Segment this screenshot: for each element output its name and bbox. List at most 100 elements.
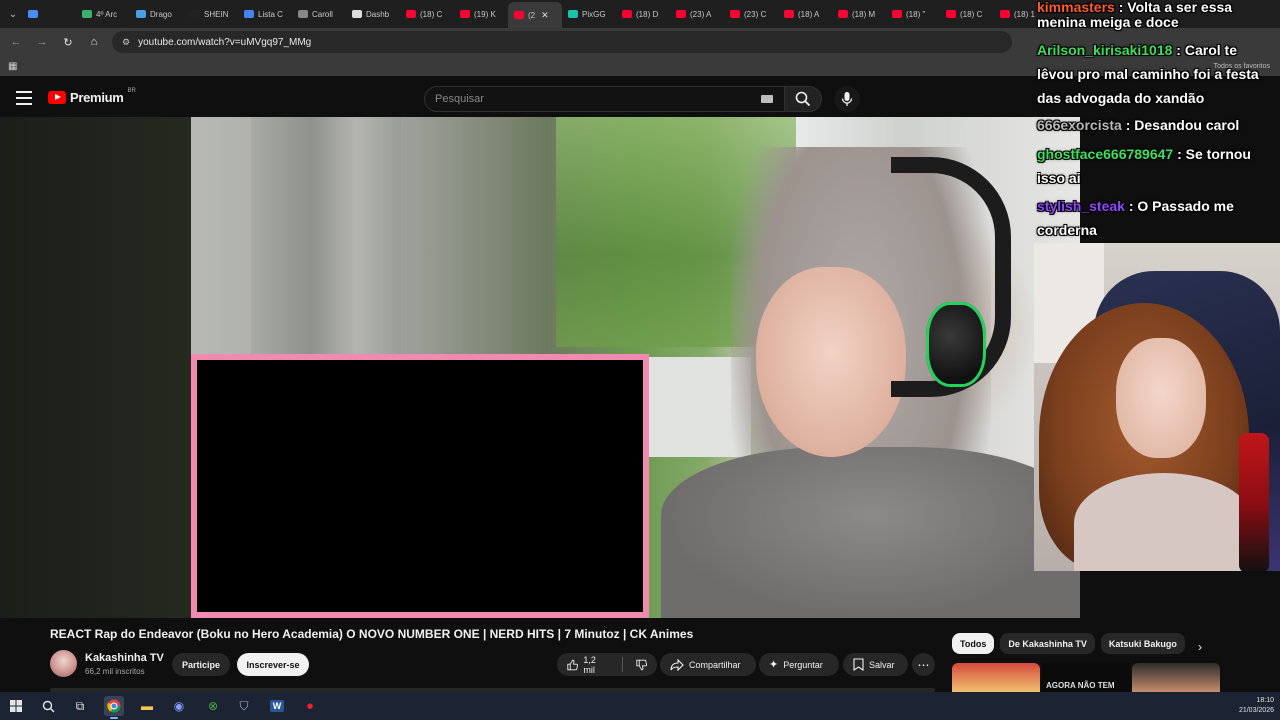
- browser-tab[interactable]: Caroll: [292, 3, 346, 25]
- task-view-icon[interactable]: ⧉: [70, 696, 90, 716]
- windows-taskbar: ⧉ ▬ ◉ ⊗ ⛉ W ⏺ 18:10 21/03/2026: [0, 692, 1280, 720]
- tab-label: (18) ": [906, 9, 926, 19]
- save-button[interactable]: Salvar: [843, 653, 908, 676]
- tab-favicon-icon: [460, 10, 470, 18]
- home-icon[interactable]: ⌂: [86, 36, 102, 48]
- tab-label: 4º Arc: [96, 9, 118, 19]
- thumbs-down-icon[interactable]: [636, 658, 647, 672]
- browser-tab[interactable]: (18) ": [886, 3, 940, 25]
- tab-favicon-icon: [838, 10, 848, 18]
- tab-search-chevron-icon[interactable]: ⌄: [4, 9, 22, 20]
- browser-tab[interactable]: (23) C: [724, 3, 778, 25]
- menu-icon[interactable]: [16, 91, 32, 105]
- browser-tab[interactable]: (18) C: [400, 3, 454, 25]
- filter-chip[interactable]: Katsuki Bakugo: [1100, 633, 1185, 654]
- chevron-right-icon[interactable]: ›: [1198, 640, 1202, 654]
- site-info-icon[interactable]: ⚙: [122, 37, 130, 48]
- windows-logo-icon: [10, 700, 22, 712]
- tab-label: Caroll: [312, 9, 333, 19]
- browser-tab[interactable]: Dashb: [346, 3, 400, 25]
- video-person-face: [756, 267, 906, 457]
- related-thumbnail[interactable]: [1132, 663, 1220, 692]
- discord-icon[interactable]: ◉: [169, 696, 189, 716]
- thumbnail-text: AGORA NÃO TEM: [1046, 681, 1115, 690]
- channel-avatar[interactable]: [50, 650, 77, 677]
- tab-label: (18) A: [798, 9, 820, 19]
- chrome-taskbar-icon[interactable]: [104, 696, 124, 719]
- tab-favicon-icon: [406, 10, 416, 18]
- chat-text: isso ai: [1037, 170, 1081, 186]
- like-divider: [621, 657, 623, 672]
- browser-tab[interactable]: [22, 3, 76, 25]
- browser-tab[interactable]: (2 ✕: [508, 2, 562, 28]
- tab-close-icon[interactable]: ✕: [541, 10, 549, 21]
- chat-text: lêvou pro mal caminho foi a festa: [1037, 66, 1259, 82]
- url-text: youtube.com/watch?v=uMVgq97_MMg: [138, 36, 312, 48]
- search-icon: [795, 91, 811, 107]
- browser-tab[interactable]: (18) A: [778, 3, 832, 25]
- windows-start-icon[interactable]: [6, 696, 26, 716]
- browser-tab[interactable]: (18) D: [616, 3, 670, 25]
- channel-name[interactable]: Kakashinha TV: [85, 652, 164, 664]
- tab-label: (18) 1: [1014, 9, 1035, 19]
- system-clock[interactable]: 18:10 21/03/2026: [1239, 696, 1274, 716]
- clock-time: 18:10: [1256, 697, 1274, 704]
- voice-search-button[interactable]: [834, 86, 860, 112]
- shield-icon[interactable]: ⛉: [234, 696, 254, 716]
- video-title: REACT Rap do Endeavor (Boku no Hero Acad…: [50, 627, 694, 641]
- join-button[interactable]: Participe: [172, 653, 230, 676]
- tab-favicon-icon: [190, 10, 200, 18]
- browser-tab[interactable]: Lista C: [238, 3, 292, 25]
- browser-tab[interactable]: (19) K: [454, 3, 508, 25]
- related-thumbnail[interactable]: AGORA NÃO TEM: [1042, 663, 1130, 692]
- forward-arrow-icon[interactable]: →: [34, 36, 50, 48]
- tab-label: Lista C: [258, 9, 283, 19]
- obs-record-icon[interactable]: ⏺: [300, 696, 320, 716]
- youtube-play-icon: [48, 91, 66, 104]
- subscriber-count: 66,2 mil inscritos: [85, 667, 145, 676]
- filter-chip[interactable]: Todos: [952, 633, 995, 654]
- tab-favicon-icon: [730, 10, 740, 18]
- ask-button[interactable]: ✦ Perguntar: [759, 653, 839, 676]
- save-label: Salvar: [869, 659, 895, 670]
- file-explorer-icon[interactable]: ▬: [137, 696, 157, 716]
- back-arrow-icon[interactable]: ←: [8, 36, 24, 48]
- stream-chat-overlay: kimmasters : Volta a ser essa menina meig…: [1035, 0, 1280, 242]
- chat-message: isso ai: [1037, 165, 1081, 191]
- tab-favicon-icon: [1000, 10, 1010, 18]
- subscribe-button[interactable]: Inscrever-se: [237, 653, 309, 676]
- apps-grid-icon[interactable]: ▦: [8, 61, 17, 72]
- like-button[interactable]: 1,2 mil: [557, 653, 657, 676]
- reload-icon[interactable]: ↻: [60, 36, 76, 49]
- browser-tab[interactable]: (18) M: [832, 3, 886, 25]
- xbox-icon[interactable]: ⊗: [203, 696, 223, 716]
- address-bar[interactable]: ⚙ youtube.com/watch?v=uMVgq97_MMg: [112, 31, 1012, 53]
- video-headset-earcup: [926, 302, 986, 387]
- browser-tab[interactable]: 4º Arc: [76, 3, 130, 25]
- tab-favicon-icon: [622, 10, 632, 18]
- taskbar-search-icon[interactable]: [38, 696, 58, 716]
- tab-favicon-icon: [946, 10, 956, 18]
- browser-tab[interactable]: (18) C: [940, 3, 994, 25]
- tab-label: (18) C: [960, 9, 983, 19]
- browser-tab[interactable]: (23) A: [670, 3, 724, 25]
- related-thumbnail[interactable]: [952, 663, 1040, 692]
- tab-favicon-icon: [136, 10, 146, 18]
- search-button[interactable]: [784, 86, 822, 112]
- browser-tab[interactable]: SHEIN: [184, 3, 238, 25]
- youtube-premium-logo[interactable]: Premium BR: [48, 88, 136, 105]
- browser-tab[interactable]: PixGG: [562, 3, 616, 25]
- share-button[interactable]: Compartilhar: [660, 653, 756, 676]
- thumbs-up-icon: [567, 659, 578, 670]
- chat-message: Arilson_kirisaki1018 : Carol te: [1037, 37, 1237, 63]
- right-column-gap: [1080, 571, 1280, 618]
- video-player[interactable]: [191, 117, 1080, 618]
- search-input[interactable]: Pesquisar: [424, 86, 786, 112]
- tab-label: PixGG: [582, 9, 606, 19]
- chat-message: menina meiga e doce: [1037, 9, 1179, 35]
- keyboard-icon[interactable]: [761, 95, 773, 103]
- word-icon[interactable]: W: [267, 696, 287, 716]
- filter-chip[interactable]: De Kakashinha TV: [1000, 633, 1095, 654]
- browser-tab[interactable]: Drago: [130, 3, 184, 25]
- more-actions-icon[interactable]: ⋯: [912, 653, 935, 676]
